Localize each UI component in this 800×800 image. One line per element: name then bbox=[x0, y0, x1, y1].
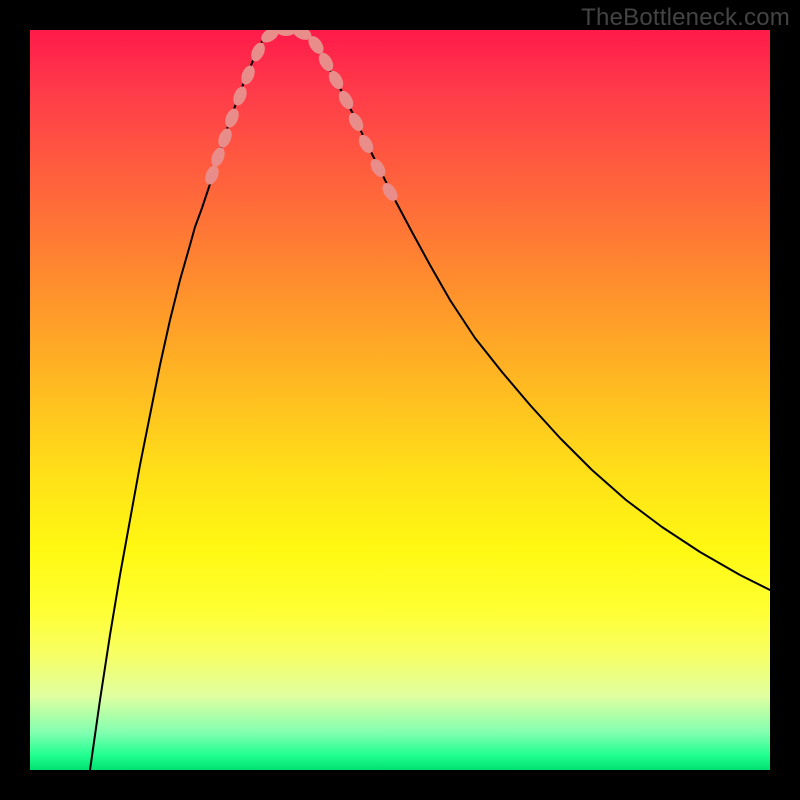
watermark-text: TheBottleneck.com bbox=[581, 4, 790, 32]
curve-marker bbox=[239, 63, 258, 86]
curve-marker bbox=[356, 132, 376, 155]
curve-marker bbox=[223, 106, 242, 129]
plot-area bbox=[30, 30, 770, 770]
curve-marker bbox=[209, 145, 228, 168]
curve-marker bbox=[231, 84, 250, 107]
chart-frame: TheBottleneck.com bbox=[0, 0, 800, 800]
bottleneck-curve bbox=[90, 30, 770, 770]
curve-marker bbox=[248, 40, 267, 63]
chart-svg bbox=[30, 30, 770, 770]
curve-marker bbox=[368, 156, 389, 179]
marker-layer bbox=[203, 30, 401, 204]
curve-marker bbox=[216, 126, 235, 149]
curve-marker bbox=[346, 110, 366, 133]
curve-layer bbox=[90, 30, 770, 770]
curve-marker bbox=[336, 88, 356, 111]
curve-marker bbox=[203, 163, 222, 186]
curve-marker bbox=[326, 68, 346, 91]
curve-marker bbox=[379, 180, 400, 203]
